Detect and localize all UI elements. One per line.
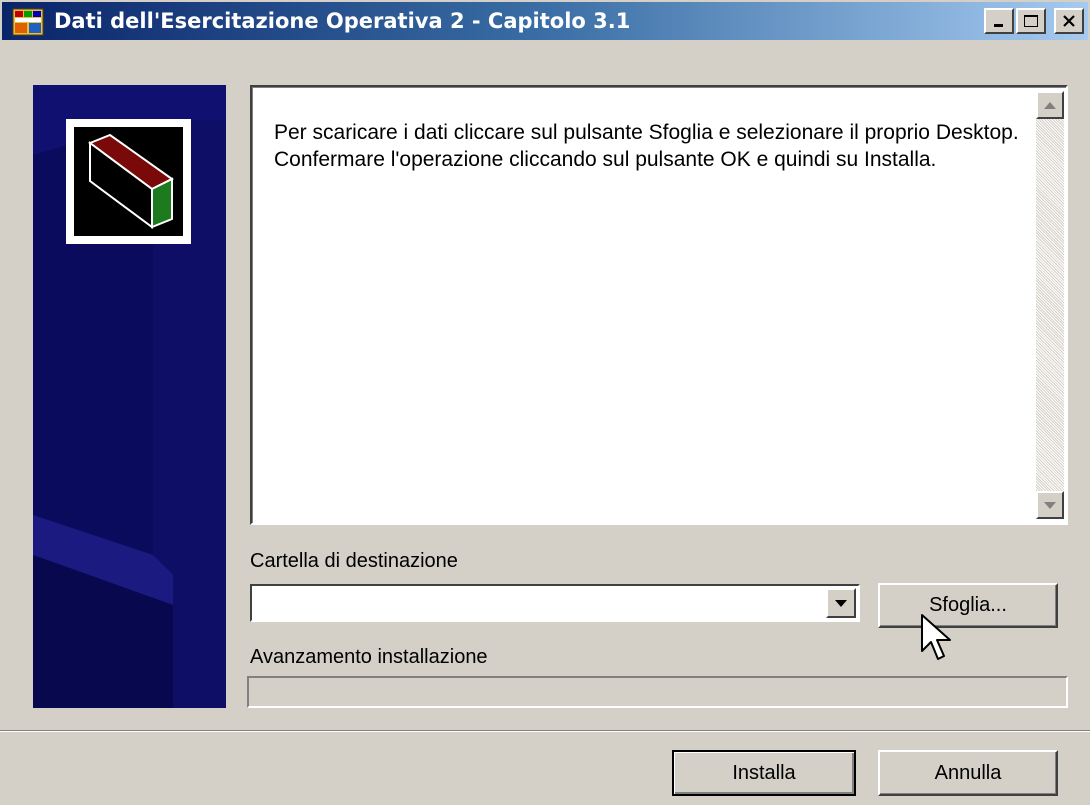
vertical-scrollbar[interactable] <box>1036 91 1064 519</box>
logo-background <box>74 127 183 236</box>
title-bar[interactable]: Dati dell'Esercitazione Operativa 2 - Ca… <box>2 2 1088 40</box>
instructions-panel[interactable]: Per scaricare i dati cliccare sul pulsan… <box>250 85 1068 525</box>
box-package-icon <box>87 133 174 229</box>
install-button[interactable]: Installa <box>672 750 856 796</box>
installation-progress-bar <box>247 676 1068 708</box>
combo-dropdown-button[interactable] <box>826 588 856 618</box>
window-title: Dati dell'Esercitazione Operativa 2 - Ca… <box>54 9 631 33</box>
side-banner <box>33 85 226 708</box>
cancel-button[interactable]: Annulla <box>878 750 1058 796</box>
arrow-down-icon <box>1044 501 1056 509</box>
destination-folder-combo[interactable] <box>250 584 860 622</box>
logo-frame <box>66 119 191 244</box>
maximize-button[interactable] <box>1016 8 1046 34</box>
scroll-up-button[interactable] <box>1036 91 1064 119</box>
progress-label: Avanzamento installazione <box>250 646 488 668</box>
minimize-icon <box>994 24 1003 27</box>
close-icon <box>1063 15 1075 27</box>
footer-separator <box>0 730 1090 732</box>
destination-label: Cartella di destinazione <box>250 550 458 572</box>
mouse-pointer-icon <box>921 614 951 660</box>
scroll-down-button[interactable] <box>1036 491 1064 519</box>
minimize-button[interactable] <box>984 8 1014 34</box>
maximize-icon <box>1024 15 1038 27</box>
close-button[interactable] <box>1054 8 1084 34</box>
instructions-text: Per scaricare i dati cliccare sul pulsan… <box>274 121 1019 171</box>
arrow-up-icon <box>1044 101 1056 109</box>
installer-app-icon <box>12 8 44 36</box>
installer-window: Dati dell'Esercitazione Operativa 2 - Ca… <box>0 0 1090 805</box>
chevron-down-icon <box>835 599 847 607</box>
browse-button[interactable]: Sfoglia... <box>878 583 1058 628</box>
